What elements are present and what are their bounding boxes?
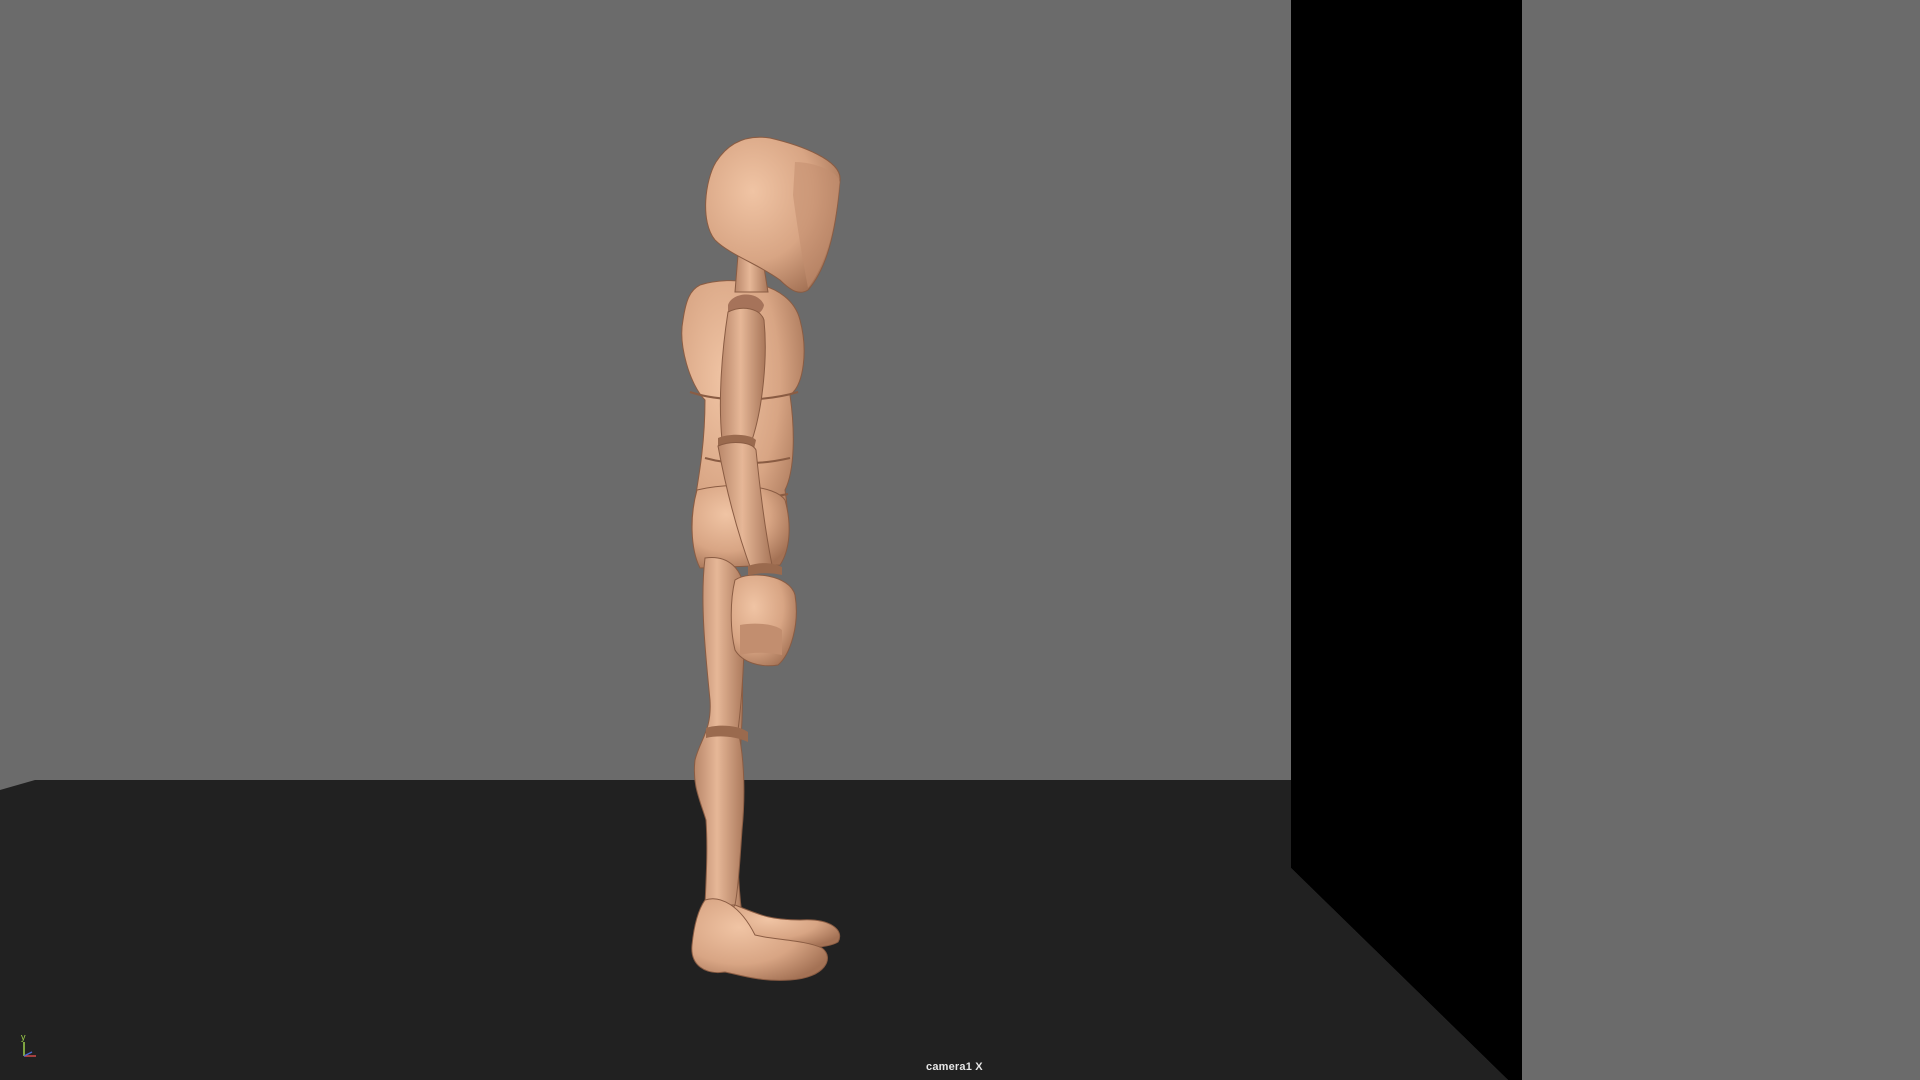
y-axis-label: y: [21, 1032, 26, 1042]
3d-viewport[interactable]: y camera1 X: [0, 0, 1920, 1080]
hand-knuckles: [740, 623, 782, 655]
scene-canvas[interactable]: [0, 0, 1920, 1080]
axis-gizmo: y: [18, 1028, 58, 1058]
side-panel: [1522, 0, 1920, 1080]
camera-label: camera1 X: [926, 1061, 983, 1073]
